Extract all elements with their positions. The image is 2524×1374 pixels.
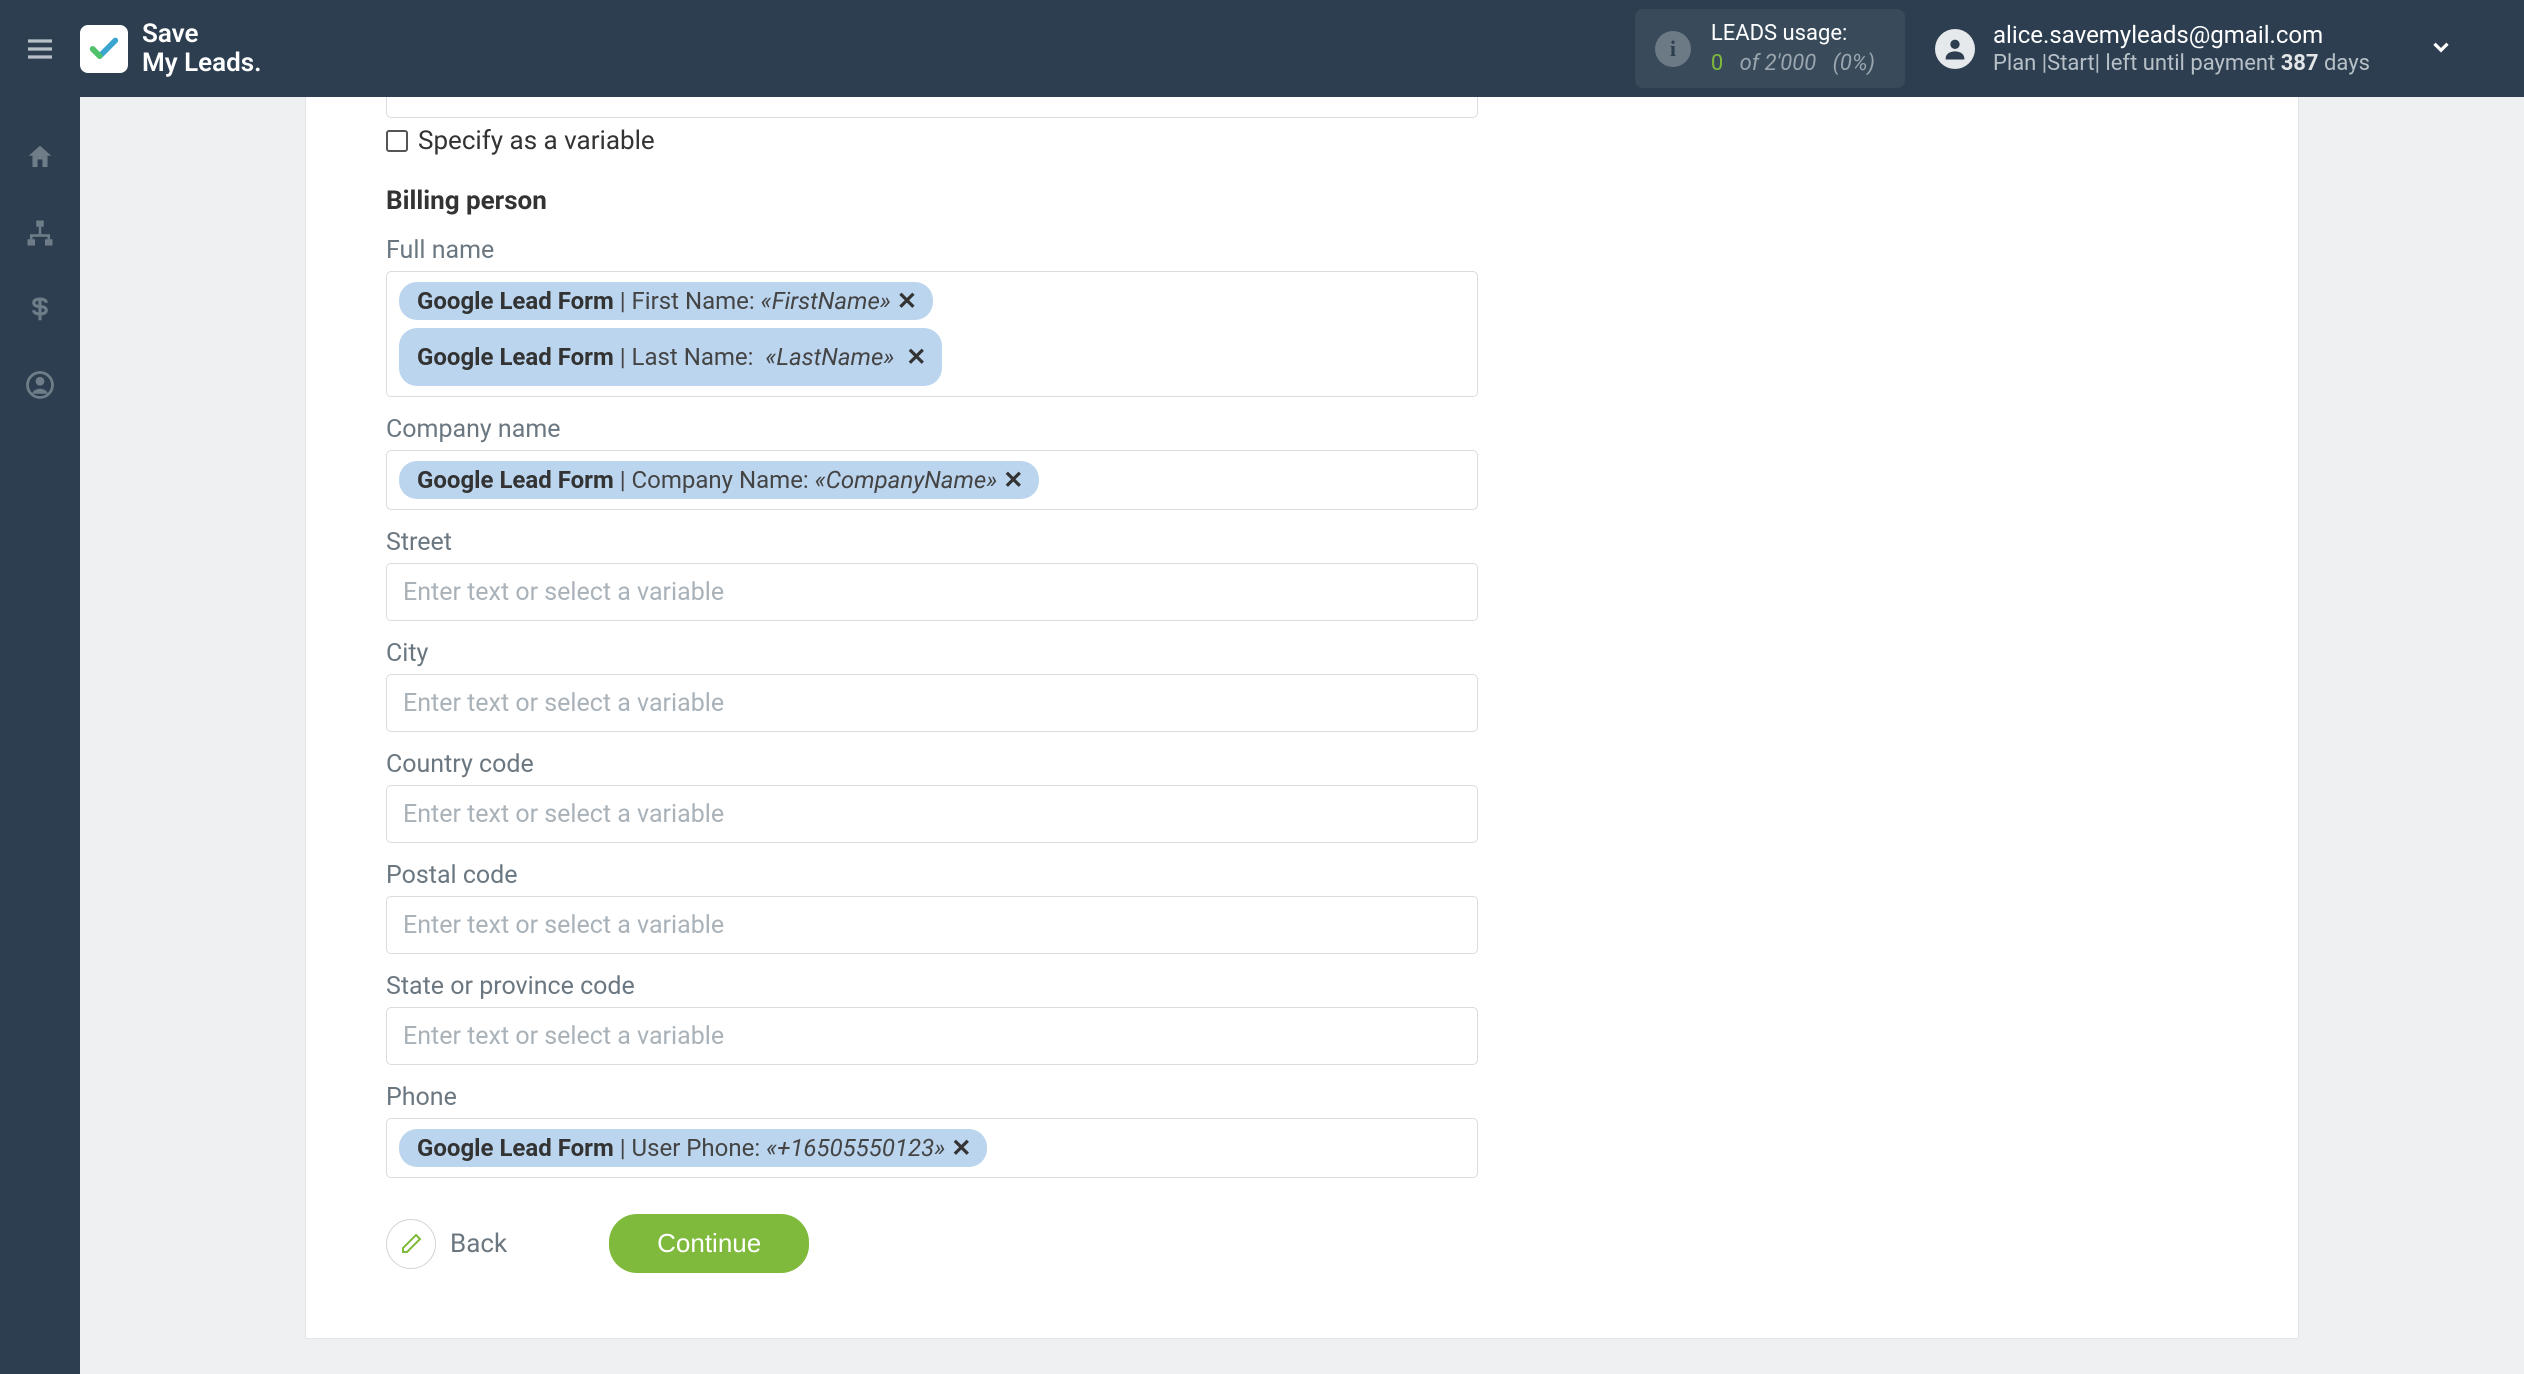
user-icon (25, 370, 55, 400)
tag-label: User Phone: (632, 1134, 761, 1162)
state-code-placeholder: Enter text or select a variable (403, 1022, 724, 1051)
billing-person-heading: Billing person (386, 186, 1478, 216)
country-code-placeholder: Enter text or select a variable (403, 800, 724, 829)
tag-source: Google Lead Form (417, 466, 614, 494)
tag-remove-button[interactable]: ✕ (897, 287, 917, 315)
country-code-field[interactable]: Enter text or select a variable (386, 785, 1478, 843)
checkbox-icon (386, 130, 408, 152)
tag-last-name[interactable]: Google Lead Form | Last Name: «LastName»… (399, 328, 942, 386)
street-placeholder: Enter text or select a variable (403, 578, 724, 607)
leads-usage-total: of 2'000 (1740, 51, 1817, 76)
city-label: City (386, 639, 1478, 668)
postal-code-placeholder: Enter text or select a variable (403, 911, 724, 940)
tag-remove-button[interactable]: ✕ (951, 1134, 971, 1162)
specify-variable-label: Specify as a variable (418, 126, 655, 156)
tag-phone[interactable]: Google Lead Form | User Phone: «+1650555… (399, 1129, 987, 1167)
back-button-label: Back (450, 1229, 507, 1259)
continue-button[interactable]: Continue (609, 1214, 809, 1273)
plan-days: 387 (2281, 51, 2319, 76)
account-email: alice.savemyleads@gmail.com (1993, 21, 2370, 49)
phone-label: Phone (386, 1083, 1478, 1112)
back-button[interactable]: Back (386, 1219, 507, 1269)
brand-line2: My Leads. (142, 49, 262, 78)
city-placeholder: Enter text or select a variable (403, 689, 724, 718)
street-label: Street (386, 528, 1478, 557)
tag-label: Company Name: (632, 466, 809, 494)
leads-usage-percent: (0%) (1833, 51, 1875, 76)
leads-usage-text: LEADS usage: 0 of 2'000 (0%) (1711, 19, 1875, 78)
form-buttons: Back Continue (386, 1214, 1478, 1273)
state-code-label: State or province code (386, 972, 1478, 1001)
leads-usage-count: 0 (1711, 51, 1723, 76)
city-field[interactable]: Enter text or select a variable (386, 674, 1478, 732)
tag-value: «LastName» (765, 343, 894, 371)
plan-days-suffix: days (2319, 51, 2370, 76)
tag-label: Last Name: (632, 343, 754, 371)
leads-usage-widget[interactable]: i LEADS usage: 0 of 2'000 (0%) (1635, 9, 1905, 88)
brand-logo[interactable]: Save My Leads. (80, 20, 262, 77)
dollar-icon (25, 294, 55, 324)
account-dropdown-toggle[interactable] (2428, 34, 2454, 64)
sidebar-item-home[interactable] (20, 137, 60, 177)
specify-variable-checkbox[interactable]: Specify as a variable (386, 126, 1478, 156)
logo-icon (80, 25, 128, 73)
sitemap-icon (25, 218, 55, 248)
chevron-down-icon (2428, 34, 2454, 60)
postal-code-label: Postal code (386, 861, 1478, 890)
home-icon (25, 142, 55, 172)
tag-first-name[interactable]: Google Lead Form | First Name: «FirstNam… (399, 282, 933, 320)
sidebar-item-account[interactable] (20, 365, 60, 405)
pencil-icon-circle (386, 1219, 436, 1269)
main-content: Specify as a variable Billing person Ful… (80, 97, 2524, 1374)
company-name-label: Company name (386, 415, 1478, 444)
full-name-field[interactable]: Google Lead Form | First Name: «FirstNam… (386, 271, 1478, 397)
tag-remove-button[interactable]: ✕ (1003, 466, 1023, 494)
country-code-label: Country code (386, 750, 1478, 779)
state-code-field[interactable]: Enter text or select a variable (386, 1007, 1478, 1065)
form-card: Specify as a variable Billing person Ful… (305, 97, 2299, 1339)
pencil-icon (399, 1232, 423, 1256)
avatar-icon (1935, 29, 1975, 69)
brand-name: Save My Leads. (142, 20, 262, 77)
sidebar-item-connections[interactable] (20, 213, 60, 253)
tag-value: «FirstName» (761, 287, 891, 315)
full-name-label: Full name (386, 236, 1478, 265)
tag-value: «CompanyName» (815, 466, 998, 494)
tag-source: Google Lead Form (417, 1134, 614, 1162)
tag-value: «+16505550123» (766, 1134, 945, 1162)
tag-remove-button[interactable]: ✕ (906, 343, 926, 371)
leads-usage-label: LEADS usage: (1711, 19, 1875, 49)
company-name-field[interactable]: Google Lead Form | Company Name: «Compan… (386, 450, 1478, 510)
info-icon: i (1655, 31, 1691, 67)
postal-code-field[interactable]: Enter text or select a variable (386, 896, 1478, 954)
sidebar-item-billing[interactable] (20, 289, 60, 329)
tag-label: First Name: (632, 287, 755, 315)
field-box-prev[interactable] (386, 97, 1478, 118)
app-header: Save My Leads. i LEADS usage: 0 of 2'000… (0, 0, 2524, 97)
plan-prefix: Plan |Start| left until payment (1993, 51, 2281, 76)
hamburger-icon (24, 33, 56, 65)
tag-source: Google Lead Form (417, 287, 614, 315)
account-plan: Plan |Start| left until payment 387 days (1993, 51, 2370, 76)
sidebar (0, 97, 80, 1374)
menu-toggle-button[interactable] (0, 33, 80, 65)
account-menu[interactable]: alice.savemyleads@gmail.com Plan |Start|… (1935, 21, 2484, 76)
tag-company-name[interactable]: Google Lead Form | Company Name: «Compan… (399, 461, 1039, 499)
tag-source: Google Lead Form (417, 343, 614, 371)
street-field[interactable]: Enter text or select a variable (386, 563, 1478, 621)
phone-field[interactable]: Google Lead Form | User Phone: «+1650555… (386, 1118, 1478, 1178)
brand-line1: Save (142, 20, 262, 49)
